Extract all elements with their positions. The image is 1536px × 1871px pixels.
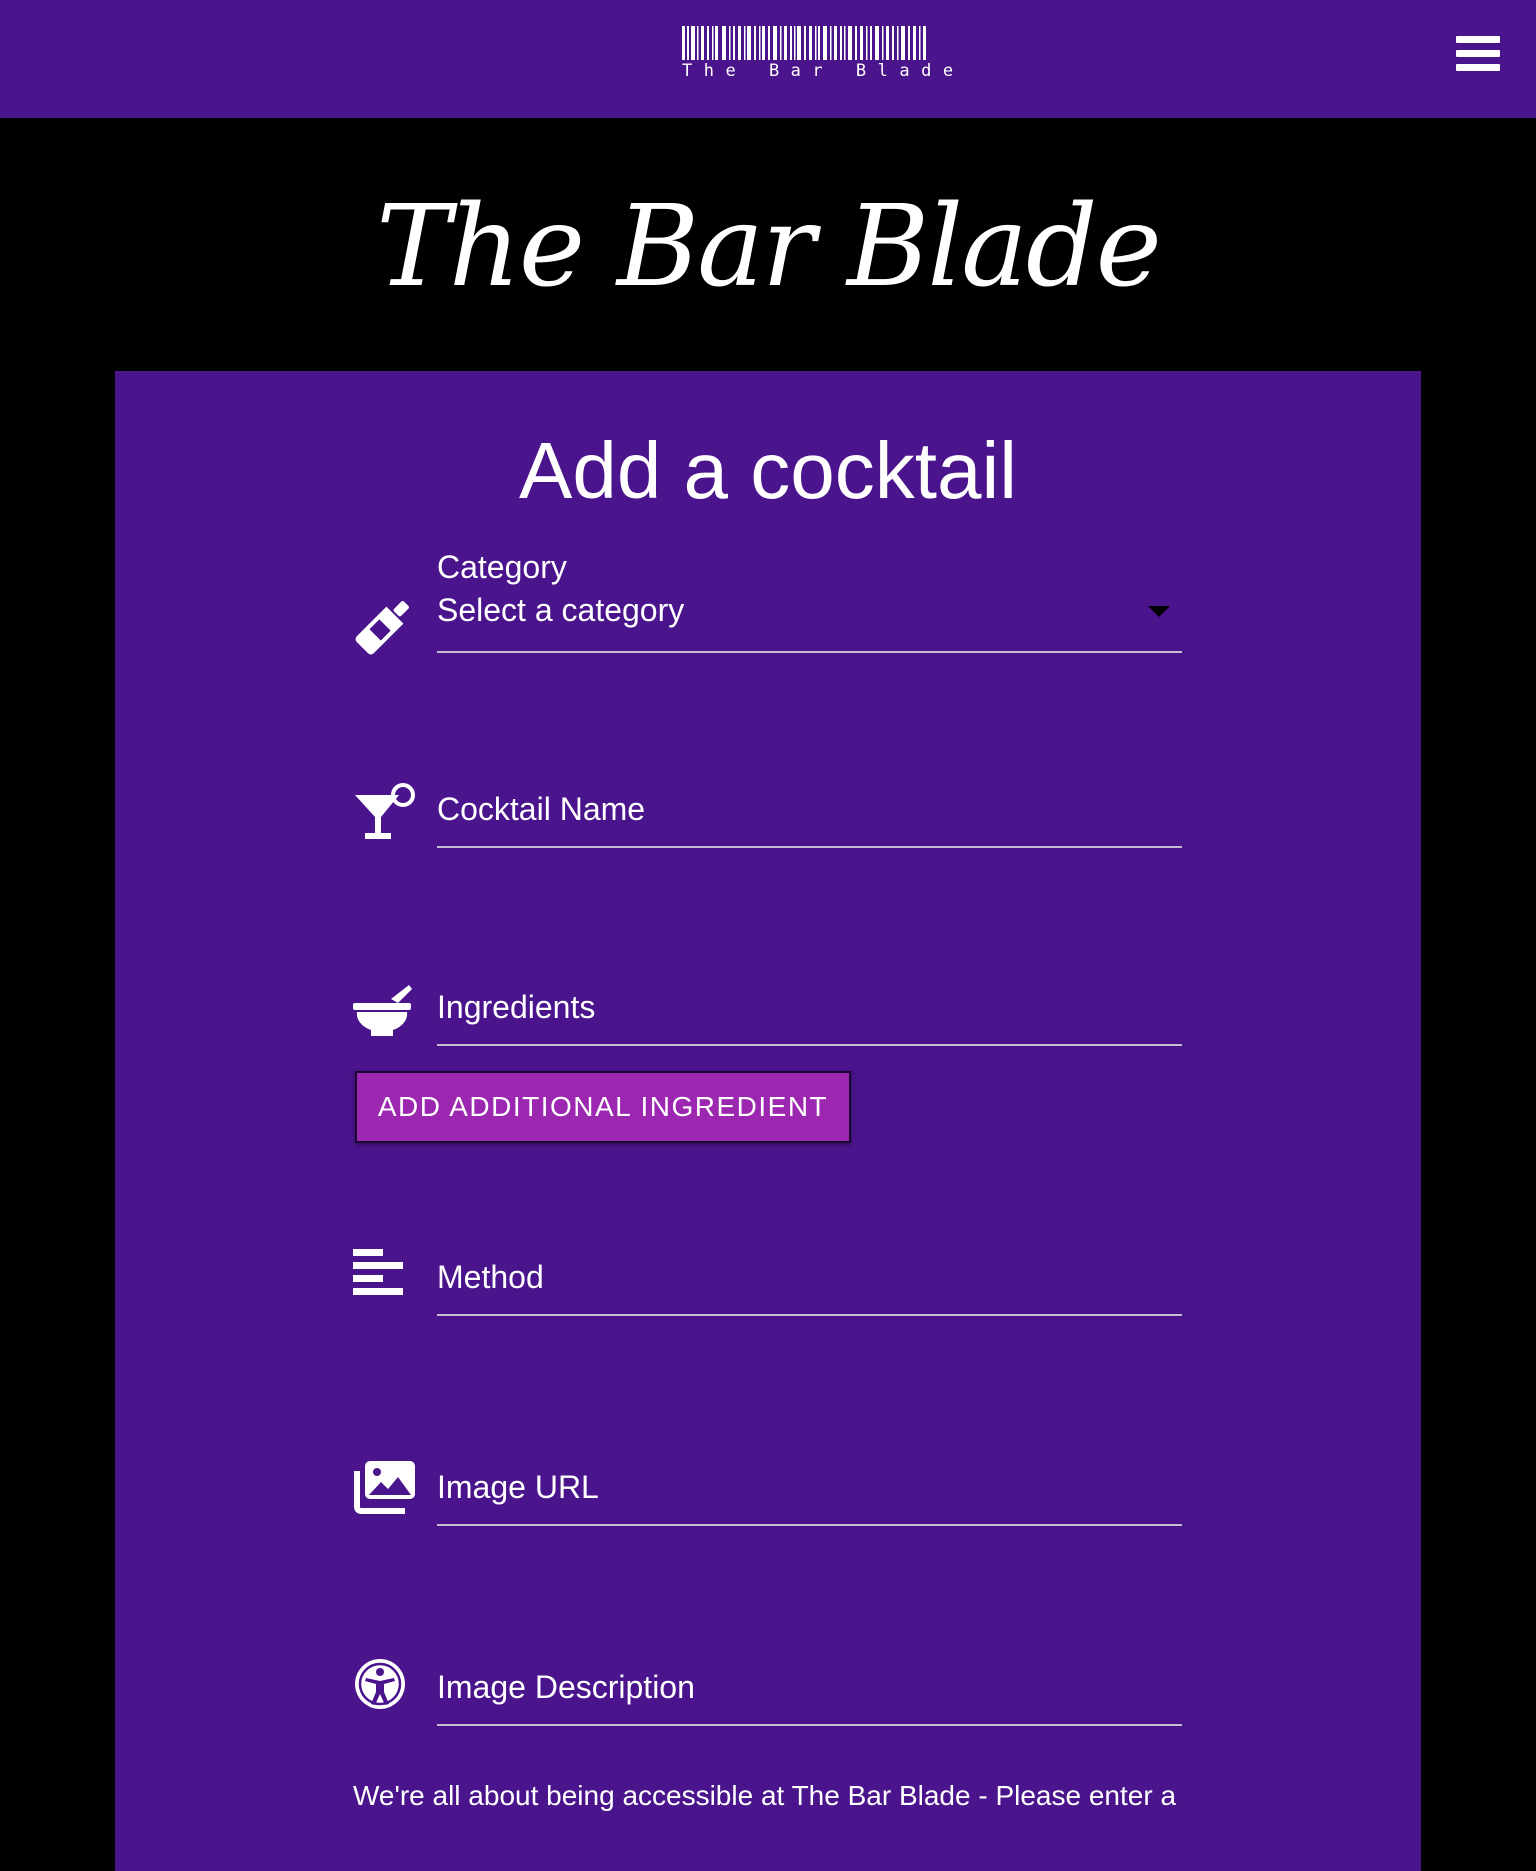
image-description-input[interactable] [437,1669,1182,1726]
ingredients-wrapper [437,989,1182,1046]
top-navbar: The Bar Blade [0,0,1536,118]
images-icon [353,1459,417,1523]
method-wrapper [437,1259,1182,1316]
hamburger-menu-button[interactable] [1452,30,1506,78]
category-label: Category [437,549,567,585]
brand-logo-text: The Bar Blade [682,61,965,81]
image-description-wrapper [437,1669,1182,1726]
add-ingredient-button[interactable]: Add additional ingredient [355,1071,851,1143]
align-left-icon [353,1247,417,1311]
cocktail-glass-icon [353,781,417,845]
cocktail-name-wrapper [437,791,1182,848]
wine-bottle-icon [353,593,417,657]
form-title: Add a cocktail [518,426,1018,515]
mortar-pestle-icon [353,979,417,1043]
category-selected-value: Select a category [437,592,685,628]
method-input[interactable] [437,1259,1182,1316]
image-url-wrapper [437,1469,1182,1526]
image-url-input[interactable] [437,1469,1182,1526]
accessibility-note: We're all about being accessible at The … [353,1780,1177,1811]
barcode-logo-icon [682,26,926,60]
category-select[interactable]: Select a category [437,586,1182,653]
cocktail-name-input[interactable] [437,791,1182,848]
site-title: The Bar Blade [376,182,1162,312]
universal-access-icon [353,1657,417,1721]
brand-logo-link[interactable]: The Bar Blade [682,26,965,84]
add-cocktail-card: Add a cocktail Category Select a categor… [115,371,1421,1871]
dropdown-caret-icon [1148,606,1170,617]
ingredients-input[interactable] [437,989,1182,1046]
category-select-wrapper: Category Select a category [437,549,1182,653]
